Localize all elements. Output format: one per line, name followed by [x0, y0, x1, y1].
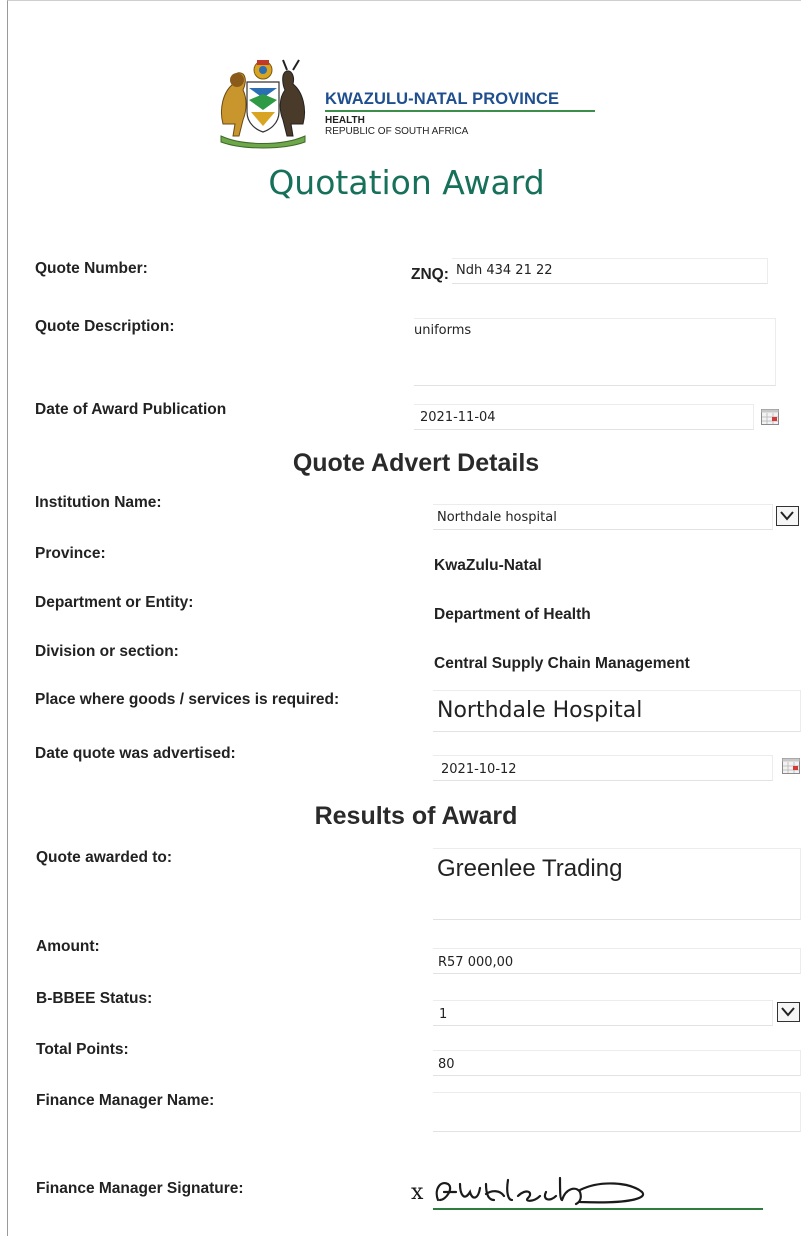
amount-field[interactable]: R57 000,00 [433, 948, 801, 974]
calendar-icon[interactable] [782, 758, 800, 774]
signature-x-mark: x [411, 1180, 424, 1205]
quote-description-value: uniforms [414, 323, 472, 338]
bbbee-dropdown-button[interactable] [777, 1002, 800, 1022]
place-required-value: Northdale Hospital [437, 698, 643, 723]
amount-label: Amount: [36, 938, 100, 955]
award-publication-label: Date of Award Publication [35, 401, 227, 418]
awarded-to-value: Greenlee Trading [437, 855, 623, 882]
awarded-to-label: Quote awarded to: [36, 849, 173, 866]
province-rule [325, 110, 595, 112]
republic-heading: REPUBLIC OF SOUTH AFRICA [325, 126, 469, 137]
chevron-down-icon [780, 511, 794, 521]
department-value: Department of Health [434, 606, 591, 623]
calendar-icon[interactable] [761, 409, 779, 425]
bbbee-value: 1 [439, 1007, 448, 1022]
kzn-coat-of-arms-icon [220, 59, 306, 149]
advertised-date-field[interactable]: 2021-10-12 [433, 755, 773, 781]
quote-description-label: Quote Description: [35, 318, 175, 335]
chevron-down-icon [781, 1007, 795, 1017]
total-points-label: Total Points: [36, 1041, 129, 1058]
bbbee-select[interactable]: 1 [433, 1000, 773, 1026]
quote-number-value: Ndh 434 21 22 [456, 263, 553, 278]
advertised-date-value: 2021-10-12 [441, 762, 517, 777]
quote-number-field[interactable]: Ndh 434 21 22 [452, 258, 768, 284]
province-title: KWAZULU-NATAL PROVINCE [325, 90, 560, 108]
institution-label: Institution Name: [35, 494, 162, 511]
finance-manager-signature-label: Finance Manager Signature: [36, 1180, 244, 1197]
quote-description-field[interactable]: uniforms [414, 318, 776, 386]
finance-manager-name-label: Finance Manager Name: [36, 1092, 215, 1109]
advertised-date-label: Date quote was advertised: [35, 745, 236, 762]
quote-number-label: Quote Number: [35, 260, 148, 277]
document-title: Quotation Award [268, 163, 545, 202]
handwritten-signature [435, 1176, 645, 1206]
place-required-label: Place where goods / services is required… [35, 691, 340, 708]
institution-dropdown-button[interactable] [776, 506, 799, 526]
signature-line [433, 1208, 763, 1210]
institution-value: Northdale hospital [437, 510, 557, 525]
division-label: Division or section: [35, 643, 179, 660]
province-label: Province: [35, 545, 106, 562]
department-heading: HEALTH [325, 115, 365, 126]
place-required-field[interactable]: Northdale Hospital [433, 690, 801, 732]
awarded-to-field[interactable]: Greenlee Trading [433, 848, 801, 920]
total-points-field[interactable]: 80 [433, 1050, 801, 1076]
bbbee-label: B-BBEE Status: [36, 990, 153, 1007]
division-value: Central Supply Chain Management [434, 655, 690, 672]
quote-number-prefix: ZNQ: [411, 266, 449, 283]
institution-select[interactable]: Northdale hospital [433, 504, 773, 530]
advert-section-title: Quote Advert Details [292, 449, 540, 477]
results-section-title: Results of Award [314, 802, 518, 830]
amount-value: R57 000,00 [438, 955, 514, 970]
award-publication-date-field[interactable]: 2021-11-04 [414, 404, 754, 430]
province-value: KwaZulu-Natal [434, 557, 542, 574]
department-label: Department or Entity: [35, 594, 194, 611]
award-publication-value: 2021-11-04 [420, 410, 496, 425]
total-points-value: 80 [438, 1057, 455, 1072]
finance-manager-name-field[interactable] [433, 1092, 801, 1132]
